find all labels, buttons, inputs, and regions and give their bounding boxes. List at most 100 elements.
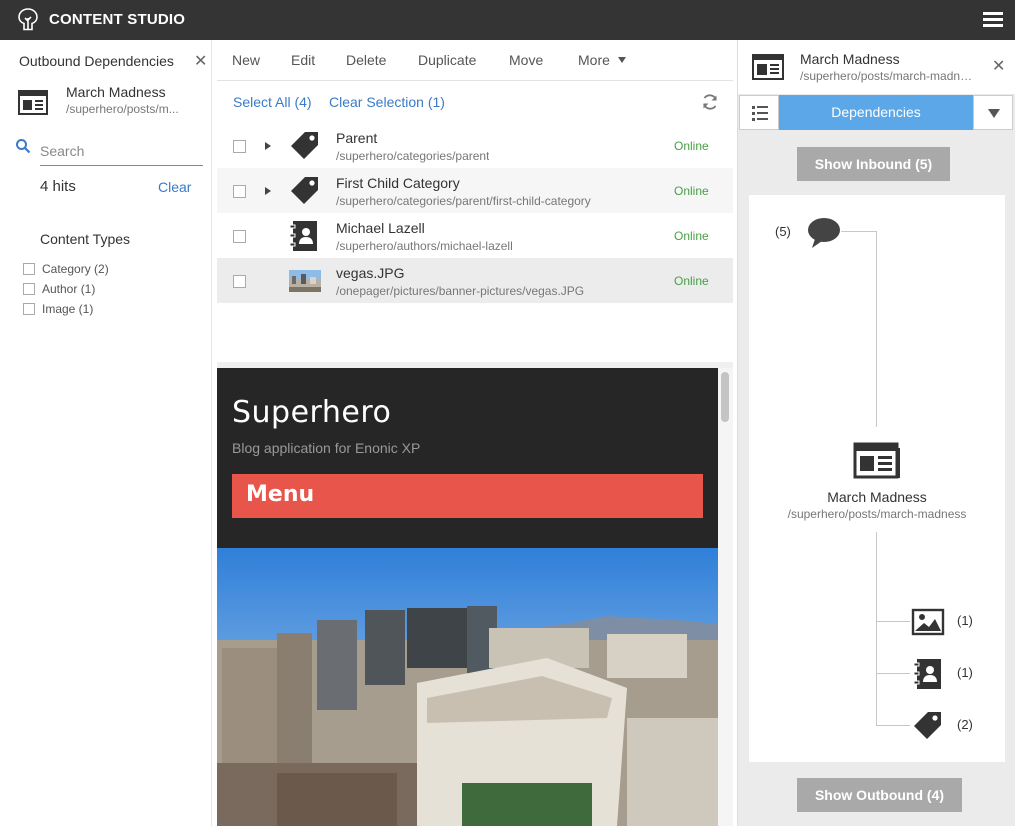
show-outbound-button[interactable]: Show Outbound (4) xyxy=(797,778,962,812)
top-bar: CONTENT STUDIO xyxy=(0,0,1015,40)
tag-icon xyxy=(291,177,318,204)
dependencies-panel: March Madness /superhero/posts/march-mad… xyxy=(737,40,1015,826)
expand-arrow-icon[interactable] xyxy=(265,142,271,150)
preview-scrollbar-track[interactable] xyxy=(718,368,733,826)
content-types-title: Content Types xyxy=(40,231,131,247)
content-name: Parent xyxy=(336,130,378,146)
outbound-count-image: (1) xyxy=(957,613,973,628)
move-button[interactable]: Move xyxy=(509,52,543,68)
dependencies-tab[interactable]: Dependencies xyxy=(779,95,973,130)
content-type-filter-image[interactable]: Image (1) xyxy=(23,301,93,317)
row-checkbox[interactable] xyxy=(233,230,246,243)
status-badge: Online xyxy=(674,274,709,288)
content-name: First Child Category xyxy=(336,175,460,191)
site-menu-button[interactable]: Menu xyxy=(232,474,703,518)
list-item[interactable]: First Child Category /superhero/categori… xyxy=(217,168,733,213)
status-badge: Online xyxy=(674,139,709,153)
dependency-content-name: March Madness xyxy=(66,84,166,100)
new-button[interactable]: New xyxy=(232,52,260,68)
chevron-down-icon xyxy=(988,109,1000,118)
app-title: CONTENT STUDIO xyxy=(49,11,186,28)
comment-icon[interactable] xyxy=(807,217,841,249)
content-type-filter-author[interactable]: Author (1) xyxy=(23,281,95,297)
toolbar: New Edit Delete Duplicate Move More xyxy=(217,40,733,81)
site-title: Superhero xyxy=(232,395,392,430)
article-icon xyxy=(752,54,784,80)
duplicate-button[interactable]: Duplicate xyxy=(418,52,476,68)
row-checkbox[interactable] xyxy=(233,140,246,153)
preview-scrollbar-thumb[interactable] xyxy=(721,372,729,422)
connector-line xyxy=(841,231,877,232)
checkbox[interactable] xyxy=(23,263,35,275)
filter-panel: Outbound Dependencies ✕ March Madness /s… xyxy=(0,40,212,826)
clear-selection-link[interactable]: Clear Selection (1) xyxy=(329,94,445,110)
delete-button[interactable]: Delete xyxy=(346,52,386,68)
center-node-path: /superhero/posts/march-madness xyxy=(787,507,967,521)
connector-line xyxy=(876,673,910,674)
center-node-name: March Madness xyxy=(827,489,927,505)
selection-bar: Select All (4) Clear Selection (1) xyxy=(217,81,733,121)
content-name: Michael Lazell xyxy=(336,220,425,236)
refresh-icon[interactable] xyxy=(701,93,719,111)
content-type-label: Image (1) xyxy=(42,302,94,316)
site-subtitle: Blog application for Enonic XP xyxy=(232,440,421,456)
content-type-filter-category[interactable]: Category (2) xyxy=(23,261,109,277)
content-studio-logo-icon xyxy=(18,8,38,31)
tag-icon[interactable] xyxy=(911,709,945,743)
checkbox[interactable] xyxy=(23,303,35,315)
expand-arrow-icon[interactable] xyxy=(265,187,271,195)
dependency-content-path: /superhero/posts/m... xyxy=(66,102,179,116)
close-panel-icon[interactable]: ✕ xyxy=(992,56,1005,76)
show-inbound-button[interactable]: Show Inbound (5) xyxy=(797,147,950,181)
content-preview: Superhero Blog application for Enonic XP… xyxy=(217,368,718,826)
connector-line xyxy=(876,725,910,726)
row-checkbox[interactable] xyxy=(233,275,246,288)
search-icon xyxy=(16,139,31,154)
list-item[interactable]: Michael Lazell /superhero/authors/michae… xyxy=(217,213,733,258)
widget-selector: Dependencies xyxy=(738,94,1015,132)
checkbox[interactable] xyxy=(23,283,35,295)
widget-dropdown[interactable] xyxy=(973,95,1013,130)
connector-line xyxy=(876,532,877,725)
connector-line xyxy=(876,231,877,427)
author-icon[interactable] xyxy=(911,657,945,691)
image-icon[interactable] xyxy=(911,608,945,636)
content-path: /onepager/pictures/banner-pictures/vegas… xyxy=(336,284,585,298)
site-header: Superhero Blog application for Enonic XP… xyxy=(217,368,718,548)
row-checkbox[interactable] xyxy=(233,185,246,198)
select-all-link[interactable]: Select All (4) xyxy=(233,94,312,110)
content-path: /superhero/categories/parent xyxy=(336,149,490,163)
inbound-count: (5) xyxy=(775,224,791,239)
list-item[interactable]: Parent /superhero/categories/parent Onli… xyxy=(217,123,733,168)
more-button[interactable]: More xyxy=(578,52,626,68)
author-icon xyxy=(289,221,317,251)
hamburger-menu-icon[interactable] xyxy=(983,12,1003,28)
close-filter-icon[interactable]: ✕ xyxy=(194,51,207,71)
tag-icon xyxy=(291,132,318,159)
article-icon xyxy=(853,442,900,479)
clear-filter-link[interactable]: Clear xyxy=(158,179,191,195)
more-label: More xyxy=(578,52,610,68)
details-list-icon[interactable] xyxy=(739,95,779,130)
article-icon xyxy=(18,90,48,115)
selected-content-path: /superhero/posts/march-madness xyxy=(800,69,978,83)
edit-button[interactable]: Edit xyxy=(291,52,315,68)
outbound-count-tag: (2) xyxy=(957,717,973,732)
content-browse-panel: New Edit Delete Duplicate Move More Sele… xyxy=(217,40,733,826)
content-path: /superhero/categories/parent/first-child… xyxy=(336,194,591,208)
site-menu-label: Menu xyxy=(246,482,315,507)
hits-count: 4 hits xyxy=(40,178,76,195)
content-type-label: Category (2) xyxy=(42,262,109,276)
list-item[interactable]: vegas.JPG /onepager/pictures/banner-pict… xyxy=(217,258,733,303)
status-badge: Online xyxy=(674,229,709,243)
connector-line xyxy=(876,621,910,622)
dependency-graph: (5) March Madness /superhero/posts/march… xyxy=(749,195,1005,762)
vegas-banner-image xyxy=(217,548,718,826)
outbound-count-author: (1) xyxy=(957,665,973,680)
content-name: vegas.JPG xyxy=(336,265,405,281)
search-input[interactable] xyxy=(40,136,203,166)
dependencies-header: March Madness /superhero/posts/march-mad… xyxy=(738,40,1015,94)
image-thumbnail xyxy=(289,270,321,292)
filter-panel-title: Outbound Dependencies xyxy=(19,53,174,69)
content-type-label: Author (1) xyxy=(42,282,96,296)
